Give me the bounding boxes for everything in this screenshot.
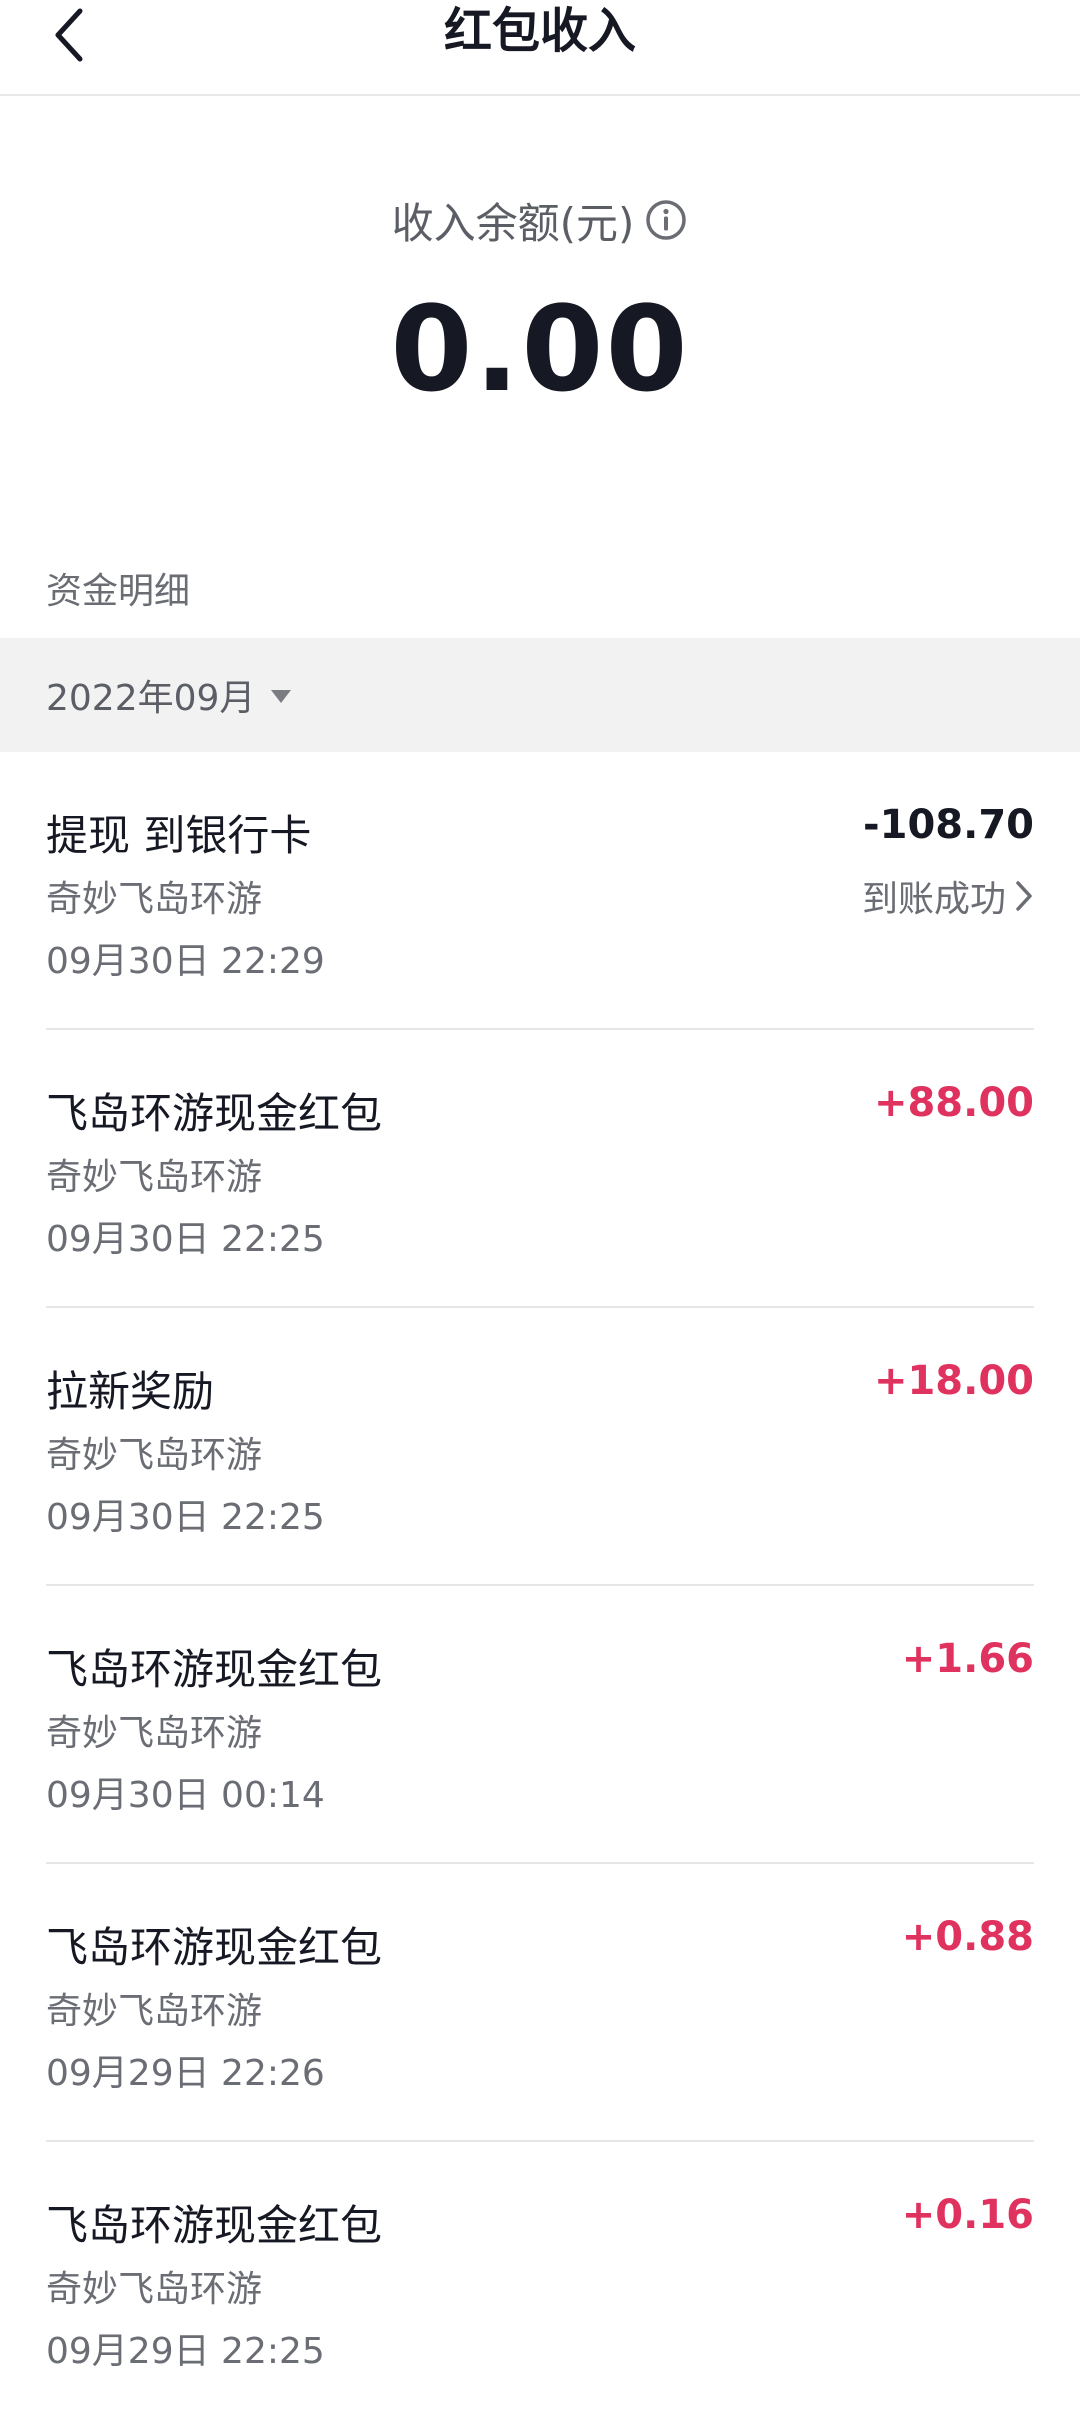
- transaction-source: 奇妙飞岛环游: [46, 1713, 263, 1754]
- status-text: 到账成功: [861, 879, 1006, 920]
- balance-label-row: 收入余额(元): [0, 188, 1080, 252]
- transaction-status[interactable]: 到账成功: [862, 870, 1034, 922]
- transaction-amount: -108.70: [863, 802, 1034, 848]
- balance-amount: 0.00: [390, 280, 690, 418]
- info-circle-icon[interactable]: [644, 198, 688, 242]
- transaction-source: 奇妙飞岛环游: [46, 1991, 263, 2032]
- transaction-row[interactable]: 飞岛环游现金红包 奇妙飞岛环游 09月29日 22:26 +0.88: [0, 1864, 1080, 2142]
- transaction-source: 奇妙飞岛环游: [46, 2269, 263, 2310]
- caret-down-icon: [271, 689, 292, 703]
- transaction-time: 09月29日 22:25: [46, 2331, 325, 2372]
- transaction-time: 09月29日 22:26: [46, 2053, 325, 2094]
- transaction-time: 09月30日 22:25: [46, 1219, 325, 1260]
- transaction-row[interactable]: 拉新奖励 奇妙飞岛环游 09月30日 22:25 +18.00: [0, 1308, 1080, 1586]
- transaction-list: 提现 到银行卡 奇妙飞岛环游 09月30日 22:29 -108.70 到账成功…: [0, 752, 1080, 2420]
- transaction-title: 拉新奖励: [46, 1367, 215, 1416]
- transaction-title: 飞岛环游现金红包: [46, 1923, 383, 1972]
- transaction-time: 09月30日 22:29: [46, 941, 325, 982]
- transaction-row[interactable]: 提现 到银行卡 奇妙飞岛环游 09月30日 22:29 -108.70 到账成功: [0, 752, 1080, 1030]
- month-label: 2022年09月: [46, 678, 256, 719]
- navigation-bar: 红包收入: [0, 0, 1080, 96]
- transaction-time: 09月30日 22:25: [46, 1497, 325, 1538]
- month-selector[interactable]: 2022年09月: [46, 638, 292, 752]
- page-title: 红包收入: [443, 3, 636, 59]
- transaction-row[interactable]: 飞岛环游现金红包 奇妙飞岛环游 09月29日 22:25 +0.16: [0, 2142, 1080, 2420]
- balance-label: 收入余额(元): [391, 198, 635, 248]
- transaction-amount: +0.88: [901, 1914, 1034, 1960]
- transaction-amount: +0.16: [901, 2192, 1034, 2238]
- transaction-row[interactable]: 飞岛环游现金红包 奇妙飞岛环游 09月30日 00:14 +1.66: [0, 1586, 1080, 1864]
- month-filter-bar: 2022年09月: [0, 638, 1080, 752]
- transaction-title: 飞岛环游现金红包: [46, 1645, 383, 1694]
- transaction-source: 奇妙飞岛环游: [46, 1435, 263, 1476]
- transaction-amount: +88.00: [873, 1080, 1034, 1126]
- transaction-source: 奇妙飞岛环游: [46, 879, 263, 920]
- section-title: 资金明细: [46, 571, 191, 612]
- transaction-amount: +18.00: [873, 1358, 1034, 1404]
- transaction-amount: +1.66: [901, 1636, 1034, 1682]
- transaction-title: 飞岛环游现金红包: [46, 1089, 383, 1138]
- transaction-title: 提现 到银行卡: [46, 811, 312, 860]
- transaction-source: 奇妙飞岛环游: [46, 1157, 263, 1198]
- transaction-time: 09月30日 00:14: [46, 1775, 325, 1816]
- chevron-right-icon: [1016, 881, 1032, 911]
- transaction-row[interactable]: 飞岛环游现金红包 奇妙飞岛环游 09月30日 22:25 +88.00: [0, 1030, 1080, 1308]
- transaction-title: 飞岛环游现金红包: [46, 2201, 383, 2250]
